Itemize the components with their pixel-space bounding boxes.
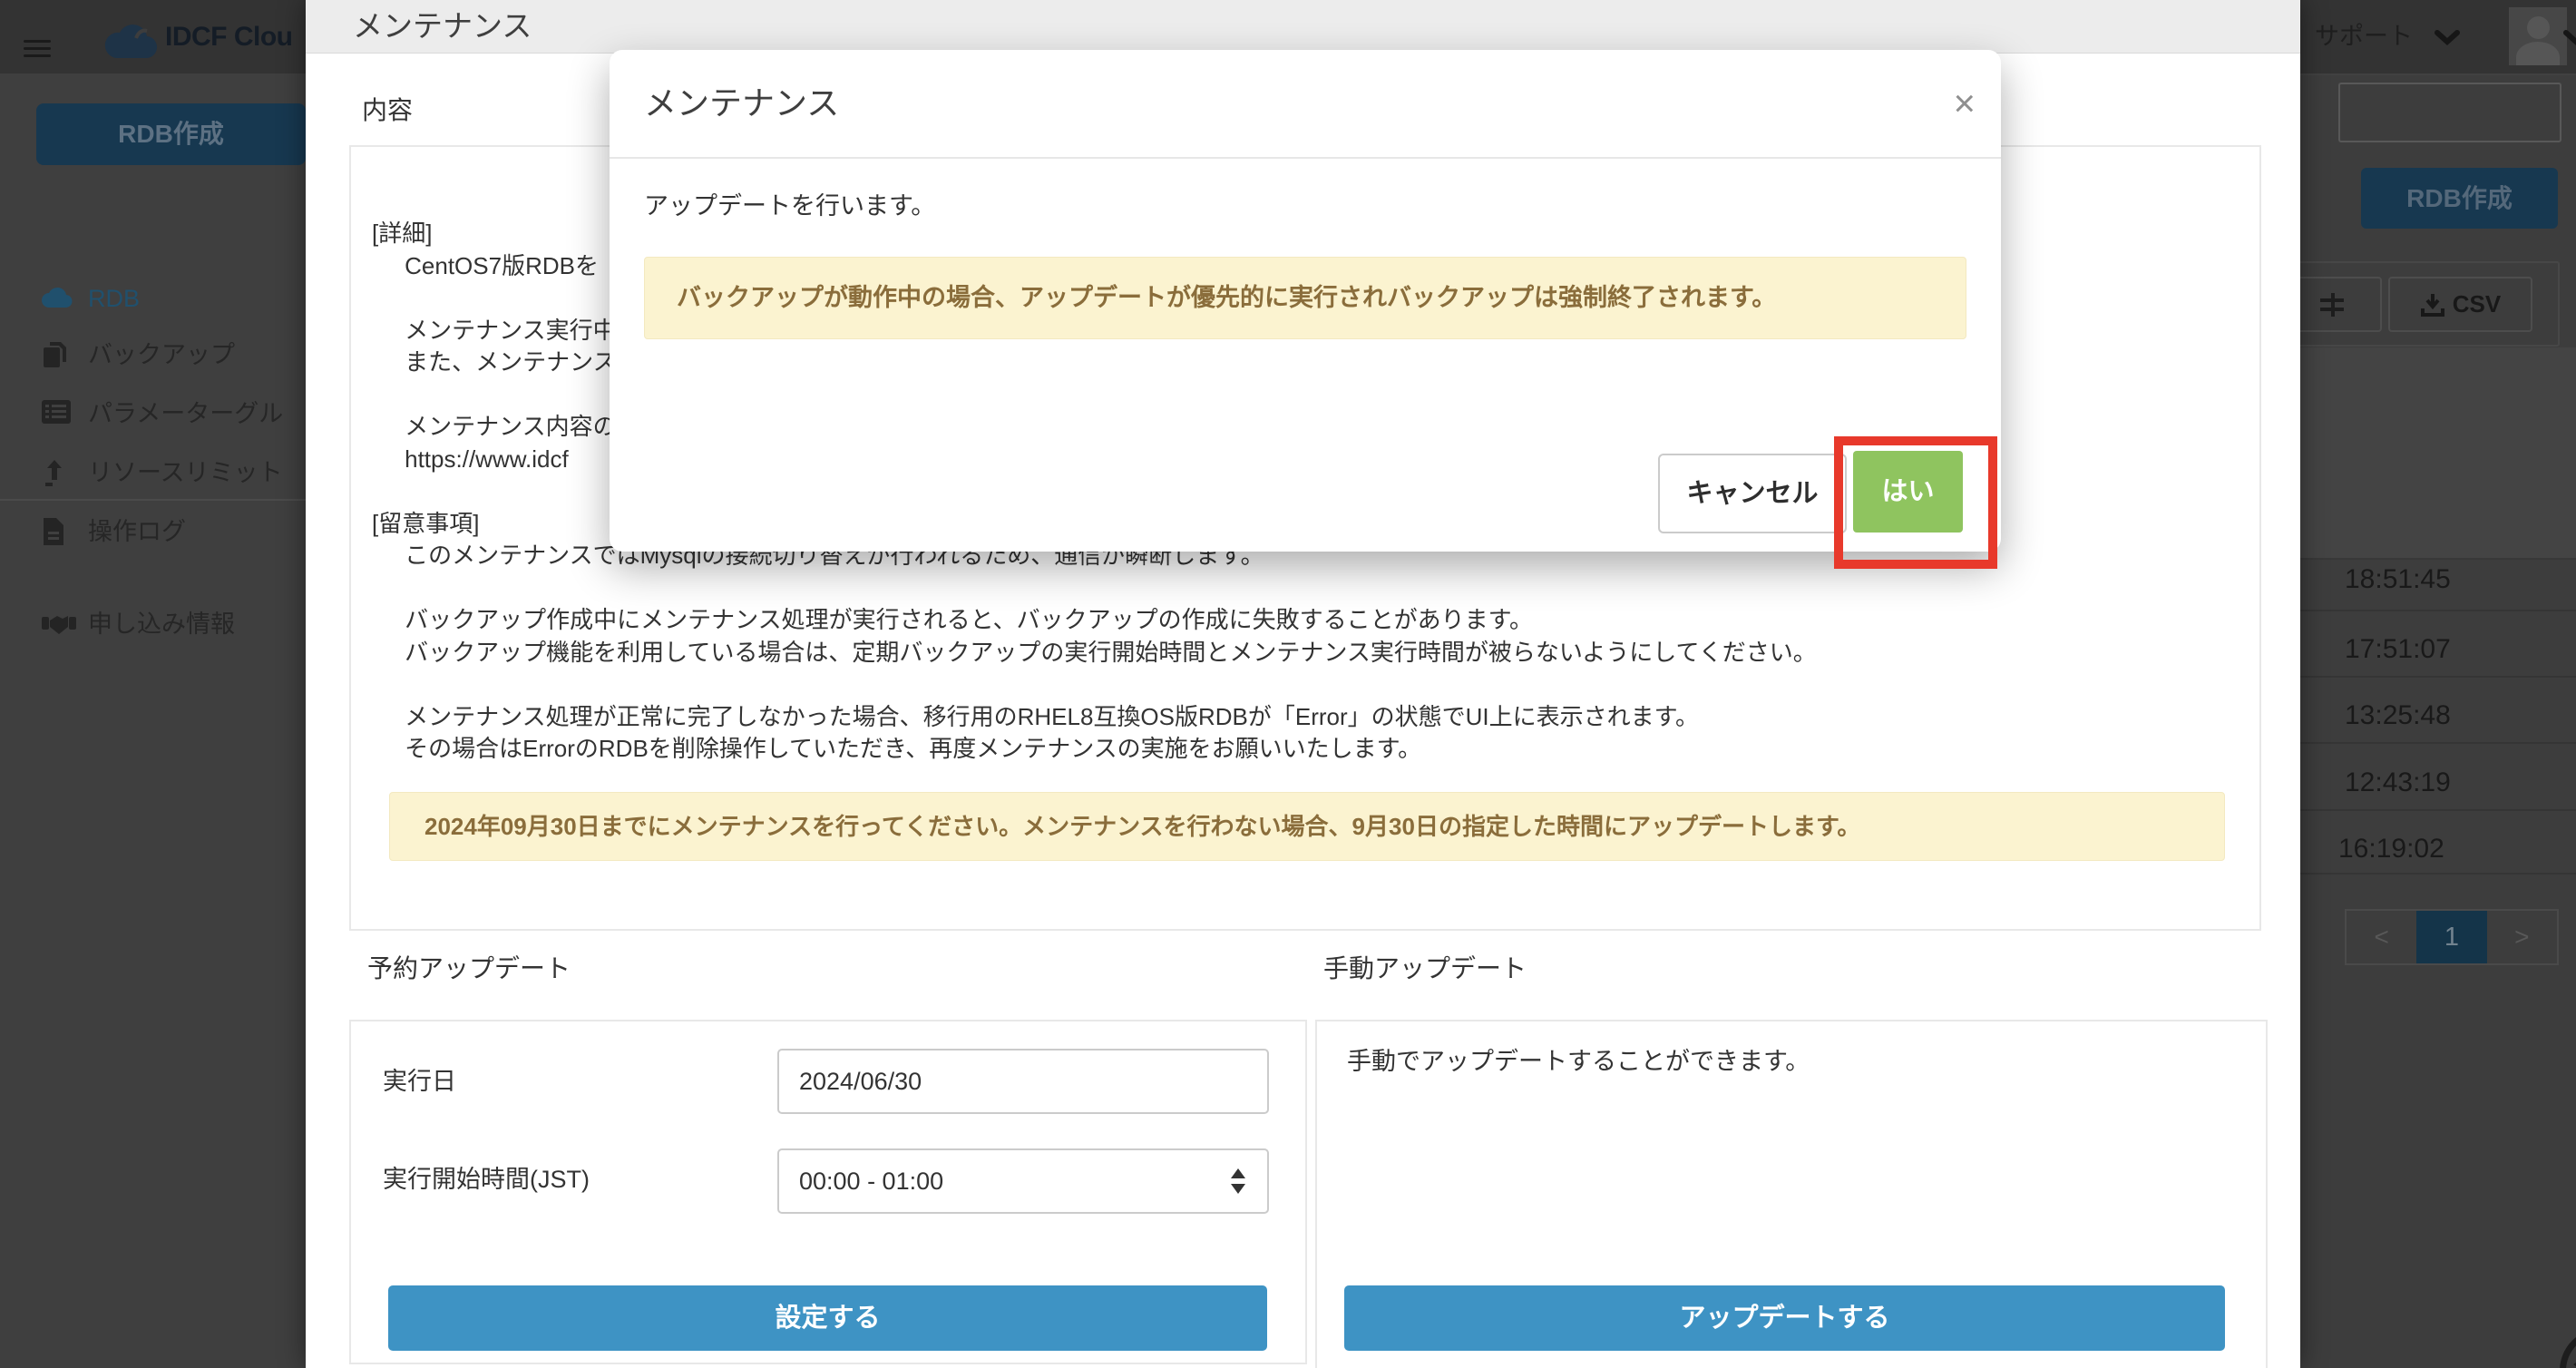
menu-icon[interactable]: [24, 40, 51, 62]
create-rdb-button[interactable]: RDB作成: [2361, 168, 2558, 229]
filter-icon: [2318, 291, 2346, 318]
timestamp-cell: 16:19:02: [2338, 834, 2444, 865]
start-time-select[interactable]: 00:00 - 01:00: [777, 1148, 1269, 1214]
support-menu[interactable]: サポート: [2315, 0, 2413, 73]
sidebar-item-application-info[interactable]: 申し込み情報: [0, 606, 306, 642]
table-row[interactable]: 18:51:45: [2300, 564, 2576, 595]
sidebar-item-label: 申し込み情報: [88, 606, 235, 642]
execution-date-label: 実行日: [383, 1065, 456, 1098]
upload-arrow-icon: [41, 458, 68, 487]
sidebar-item-label: 操作ログ: [88, 513, 186, 550]
manual-update-box: 手動でアップデートすることができます。 アップデートする: [1315, 1020, 2268, 1368]
timestamp-cell: 17:51:07: [2345, 634, 2451, 665]
cancel-button[interactable]: キャンセル: [1658, 454, 1847, 533]
deadline-notice: 2024年09月30日までにメンテナンスを行ってください。メンテナンスを行わない…: [389, 792, 2225, 861]
csv-label: CSV: [2453, 290, 2501, 318]
row-divider: [2300, 742, 2576, 744]
start-time-label: 実行開始時間(JST): [383, 1163, 590, 1196]
avatar[interactable]: [2509, 7, 2567, 65]
file-icon: [41, 517, 66, 546]
row-divider: [2300, 610, 2576, 611]
sidebar-item-operation-log[interactable]: 操作ログ: [0, 513, 306, 550]
dialog-title: メンテナンス: [644, 50, 839, 157]
maintenance-dialog: メンテナンス × アップデートを行います。 バックアップが動作中の場合、アップデ…: [610, 50, 2001, 552]
table-row[interactable]: 12:43:19: [2300, 767, 2576, 798]
page-title: メンテナンス: [353, 0, 532, 53]
pagination-prev[interactable]: <: [2347, 911, 2416, 963]
manual-update-button[interactable]: アップデートする: [1344, 1285, 2225, 1351]
corner-widget-icon[interactable]: [2560, 1328, 2576, 1368]
sidebar-item-label: パラメーターグル: [88, 396, 283, 432]
timestamp-cell: 13:25:48: [2345, 700, 2451, 731]
person-icon: [2527, 16, 2550, 39]
table-row[interactable]: 16:19:02: [2300, 834, 2576, 865]
csv-download-button[interactable]: CSV: [2388, 277, 2532, 332]
logo-text[interactable]: IDCF Clou: [165, 0, 292, 73]
stepper-icon: [1231, 1168, 1245, 1194]
table-header-band: [2300, 347, 2576, 560]
search-input[interactable]: [2338, 83, 2561, 142]
screen: IDCF Clou サポート RDB作成 RDB バックアップ: [0, 0, 2576, 1368]
row-divider: [2300, 676, 2576, 678]
timestamp-cell: 12:43:19: [2345, 767, 2451, 798]
row-divider: [2300, 873, 2576, 875]
sidebar: RDB作成 RDB バックアップ パラメーターグル: [0, 73, 306, 1368]
panel-header: メンテナンス: [306, 0, 2300, 54]
start-time-value: 00:00 - 01:00: [799, 1168, 943, 1195]
list-icon: [41, 399, 72, 425]
close-icon[interactable]: ×: [1953, 81, 1976, 126]
sidebar-item-parameter-group[interactable]: パラメーターグル: [0, 396, 306, 432]
sidebar-create-rdb-button[interactable]: RDB作成: [36, 103, 306, 165]
copy-icon: [41, 340, 70, 369]
pagination: < 1 >: [2345, 909, 2559, 965]
sidebar-item-rdb[interactable]: RDB: [0, 280, 306, 317]
table-row[interactable]: 13:25:48: [2300, 700, 2576, 731]
content-section-label: 内容: [362, 93, 413, 129]
dialog-body-text: アップデートを行います。: [644, 190, 935, 222]
sidebar-item-label: RDB: [88, 280, 140, 317]
sidebar-item-backup[interactable]: バックアップ: [0, 337, 306, 373]
dialog-header: メンテナンス ×: [610, 50, 2001, 159]
chevron-down-icon: [2563, 30, 2576, 46]
row-divider: [2300, 809, 2576, 811]
handshake-icon: [41, 610, 77, 637]
dialog-warning: バックアップが動作中の場合、アップデートが優先的に実行されバックアップは強制終了…: [644, 257, 1966, 339]
pagination-next[interactable]: >: [2487, 911, 2557, 963]
set-schedule-button[interactable]: 設定する: [388, 1285, 1267, 1351]
execution-date-input[interactable]: [777, 1049, 1269, 1114]
sidebar-item-label: リソースリミット: [88, 454, 283, 491]
download-icon: [2420, 292, 2445, 318]
idcf-cloud-logo-icon: [100, 22, 160, 62]
timestamp-cell: 18:51:45: [2345, 564, 2451, 595]
cloud-icon: [41, 284, 73, 311]
annotation-highlight-box: [1834, 436, 1997, 569]
sidebar-divider: [0, 499, 306, 501]
scheduled-update-box: 実行日 実行開始時間(JST) 00:00 - 01:00 設定する: [349, 1020, 1307, 1364]
sidebar-item-label: バックアップ: [88, 337, 235, 373]
sidebar-item-resource-limit[interactable]: リソースリミット: [0, 454, 306, 491]
chevron-down-icon: [2435, 30, 2460, 46]
pagination-current[interactable]: 1: [2416, 911, 2486, 963]
manual-update-description: 手動でアップデートすることができます。: [1347, 1045, 1810, 1078]
table-row[interactable]: 17:51:07: [2300, 634, 2576, 665]
scheduled-update-title: 予約アップデート: [367, 951, 571, 987]
manual-update-title: 手動アップデート: [1323, 951, 1527, 987]
